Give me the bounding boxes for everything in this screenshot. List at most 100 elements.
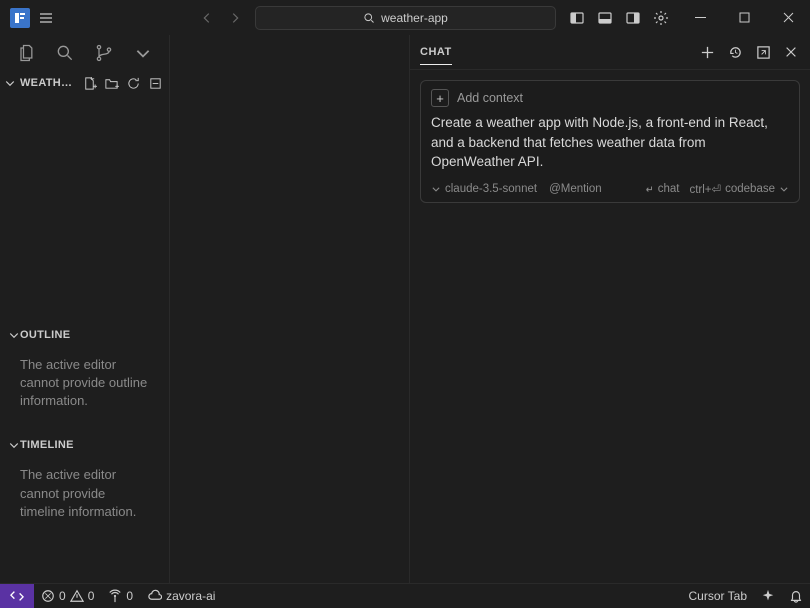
remote-icon	[10, 589, 24, 603]
error-count: 0	[59, 589, 66, 603]
chat-input-card: + Add context Create a weather app with …	[420, 80, 800, 203]
chat-prompt-input[interactable]: Create a weather app with Node.js, a fro…	[431, 113, 789, 172]
files-icon	[16, 43, 36, 63]
warning-icon	[70, 589, 84, 603]
arrow-right-icon	[228, 11, 242, 25]
gear-icon	[653, 10, 669, 26]
search-tab[interactable]	[51, 39, 79, 67]
add-context-button[interactable]: +	[431, 89, 449, 107]
window-controls	[678, 0, 810, 35]
codebase-scope[interactable]: ctrl+⏎ codebase	[689, 182, 789, 196]
error-icon	[41, 589, 55, 603]
ports-count: 0	[126, 589, 133, 603]
warning-count: 0	[88, 589, 95, 603]
scope-label: codebase	[725, 183, 775, 195]
history-icon	[728, 45, 743, 60]
cursor-tab-button[interactable]: Cursor Tab	[682, 584, 754, 608]
context-row: + Add context	[431, 89, 789, 107]
sparkle-button[interactable]	[754, 584, 782, 608]
nav-back-button[interactable]	[195, 6, 219, 30]
cloud-label: zavora-ai	[166, 589, 215, 603]
sidebar-more[interactable]	[129, 39, 157, 67]
search-text: weather-app	[381, 11, 448, 25]
outline-section: OUTLINE The active editor cannot provide…	[0, 322, 169, 433]
maximize-icon	[739, 12, 750, 23]
panel-right-icon	[625, 10, 641, 26]
toggle-panel-button[interactable]	[592, 5, 618, 31]
explorer-header[interactable]: WEATH…	[0, 70, 169, 96]
status-right: Cursor Tab	[682, 584, 810, 608]
toggle-secondary-button[interactable]	[620, 5, 646, 31]
timeline-title: TIMELINE	[20, 439, 74, 451]
app-body: WEATH… OUTLINE The active editor cannot …	[0, 35, 810, 583]
panel-bottom-icon	[597, 10, 613, 26]
timeline-header[interactable]: TIMELINE	[4, 432, 165, 458]
close-chat-button[interactable]	[782, 43, 800, 61]
chat-header: CHAT	[410, 35, 810, 70]
collapse-icon	[148, 76, 163, 91]
explorer-actions	[79, 73, 165, 93]
close-icon	[784, 45, 798, 59]
model-name: claude-3.5-sonnet	[445, 183, 537, 195]
outline-header[interactable]: OUTLINE	[4, 322, 165, 348]
collapse-button[interactable]	[145, 73, 165, 93]
mention-hint[interactable]: @Mention	[549, 183, 602, 195]
search-icon	[363, 12, 375, 24]
refresh-button[interactable]	[123, 73, 143, 93]
chevron-down-icon	[8, 329, 20, 341]
chat-tab-label[interactable]: CHAT	[420, 46, 452, 65]
chat-header-actions	[698, 43, 800, 61]
new-folder-icon	[104, 76, 119, 91]
ports-button[interactable]: 0	[101, 584, 140, 608]
notifications-button[interactable]	[782, 584, 810, 608]
new-chat-button[interactable]	[698, 43, 716, 61]
chevron-down-icon	[431, 184, 441, 194]
chevron-down-icon	[134, 44, 152, 62]
chat-submit-button[interactable]: chat	[644, 183, 680, 195]
logo-icon	[14, 12, 26, 24]
dock-button[interactable]	[754, 43, 772, 61]
maximize-button[interactable]	[722, 0, 766, 35]
close-icon	[783, 12, 794, 23]
branch-icon	[94, 43, 114, 63]
source-control-tab[interactable]	[90, 39, 118, 67]
plus-icon	[700, 45, 715, 60]
chevron-down-icon	[4, 77, 16, 89]
sidebar: WEATH… OUTLINE The active editor cannot …	[0, 35, 170, 583]
editor-area	[170, 35, 410, 583]
toggle-sidebar-button[interactable]	[564, 5, 590, 31]
explorer-title: WEATH…	[20, 77, 79, 89]
outline-title: OUTLINE	[20, 329, 70, 341]
minimize-icon	[695, 12, 706, 23]
add-context-label[interactable]: Add context	[457, 91, 523, 105]
nav-group	[195, 6, 247, 30]
enter-icon	[644, 184, 654, 194]
new-file-button[interactable]	[79, 73, 99, 93]
statusbar: 0 0 0 zavora-ai Cursor Tab	[0, 583, 810, 607]
panel-left-icon	[569, 10, 585, 26]
cursor-tab-label: Cursor Tab	[689, 589, 747, 603]
new-folder-button[interactable]	[101, 73, 121, 93]
model-picker[interactable]: claude-3.5-sonnet	[431, 183, 537, 195]
close-button[interactable]	[766, 0, 810, 35]
timeline-section: TIMELINE The active editor cannot provid…	[0, 432, 169, 543]
search-icon	[55, 43, 75, 63]
history-button[interactable]	[726, 43, 744, 61]
chat-panel: CHAT + Add context Create a weather app …	[410, 35, 810, 583]
command-center[interactable]: weather-app	[255, 6, 556, 30]
app-logo	[10, 8, 30, 28]
timeline-message: The active editor cannot provide timelin…	[4, 458, 165, 543]
nav-forward-button[interactable]	[223, 6, 247, 30]
new-file-icon	[82, 76, 97, 91]
problems-button[interactable]: 0 0	[34, 584, 101, 608]
bell-icon	[789, 589, 803, 603]
hamburger-icon[interactable]	[38, 10, 54, 26]
sparkle-icon	[761, 589, 775, 603]
remote-button[interactable]	[0, 584, 34, 608]
settings-button[interactable]	[648, 5, 674, 31]
minimize-button[interactable]	[678, 0, 722, 35]
cloud-env-button[interactable]: zavora-ai	[140, 584, 222, 608]
explorer-tab[interactable]	[12, 39, 40, 67]
shortcut-label: ctrl+⏎	[689, 182, 721, 196]
refresh-icon	[126, 76, 141, 91]
